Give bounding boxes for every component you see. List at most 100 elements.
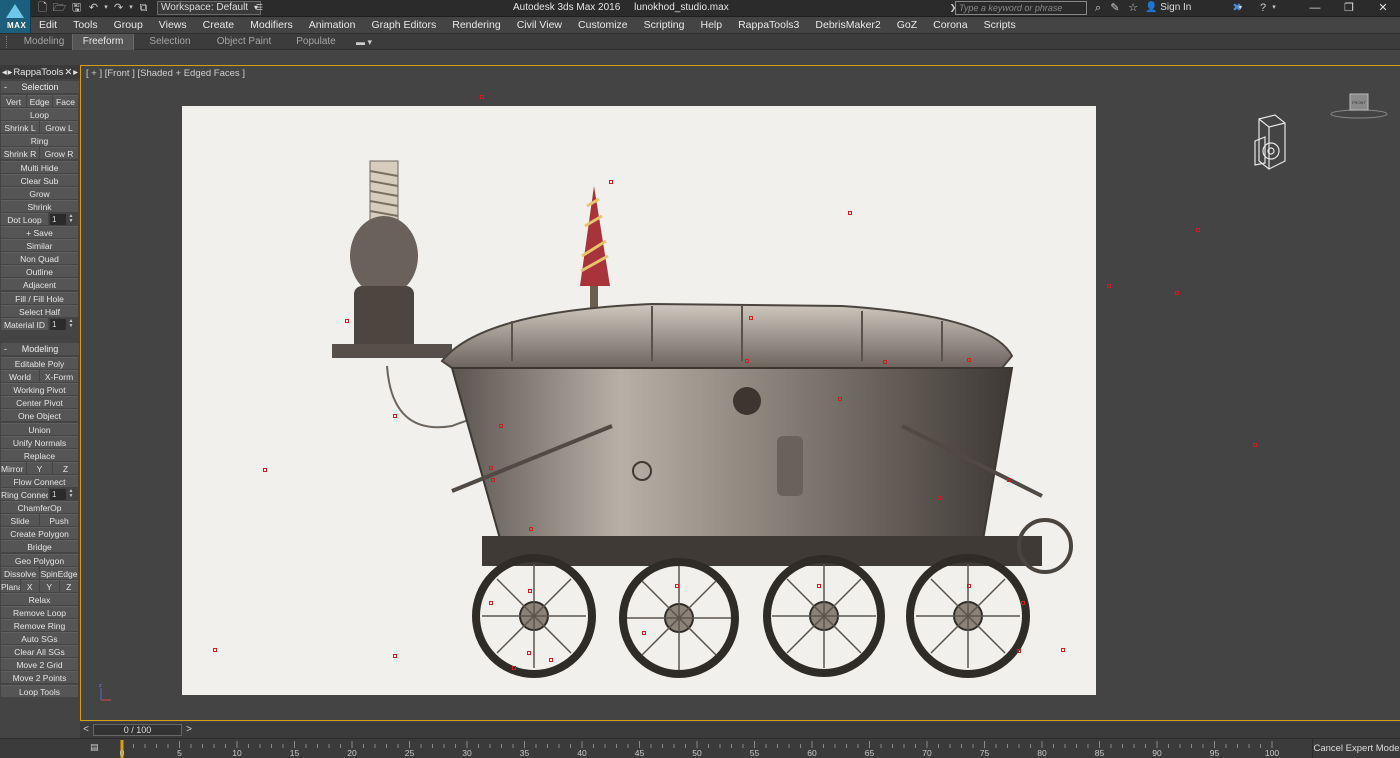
btn-shrink[interactable]: Shrink [1,199,78,212]
btn-clear-sub[interactable]: Clear Sub [1,173,78,186]
star-icon[interactable]: ☆ [1126,1,1140,15]
save-file-icon[interactable]: 🖫 [69,1,84,15]
vertex-marker[interactable] [1061,648,1065,652]
menu-help[interactable]: Help [692,19,730,31]
menu-graph-editors[interactable]: Graph Editors [363,19,444,31]
vertex-marker[interactable] [967,358,971,362]
restore-button[interactable]: ❐ [1332,0,1366,16]
vertex-marker[interactable] [393,654,397,658]
vertex-marker[interactable] [1253,443,1257,447]
next-frame-icon[interactable]: > [183,724,195,736]
vertex-marker[interactable] [527,651,531,655]
vertex-marker[interactable] [937,496,941,500]
btn-geo-polygon[interactable]: Geo Polygon [1,553,78,566]
tab-object-paint[interactable]: Object Paint [210,34,278,50]
menu-modifiers[interactable]: Modifiers [242,19,301,31]
btn-slide[interactable]: Slide [1,514,39,527]
cancel-expert-mode-button[interactable]: Cancel Expert Mode [1312,739,1400,758]
minimize-button[interactable]: — [1298,0,1332,16]
panel-scroll-right-icon[interactable]: ▸ [8,67,13,78]
btn-dot-loop[interactable]: Dot Loop [1,212,48,225]
btn-chamferop[interactable]: ChamferOp [1,501,78,514]
menu-goz[interactable]: GoZ [889,19,925,31]
workspace-dropdown[interactable]: Workspace: Default ▾ [157,1,261,15]
btn-y[interactable]: Y [27,461,52,474]
btn-z[interactable]: Z [53,461,78,474]
binoculars-icon[interactable]: ⌕ [1091,1,1105,15]
navigation-gizmo-icon[interactable]: FRONT [1329,90,1389,122]
btn-dissolve[interactable]: Dissolve [1,566,39,579]
viewcube-icon[interactable] [1251,111,1293,173]
btn-flow-connect[interactable]: Flow Connect [1,474,78,487]
spinner-arrows-icon[interactable]: ▲ ▼ [68,213,74,225]
btn-replace[interactable]: Replace [1,448,78,461]
btn-grow[interactable]: Grow [1,186,78,199]
tab-populate[interactable]: Populate [288,34,344,50]
btn-x-form[interactable]: X-Form [40,370,78,383]
btn-grow-r[interactable]: Grow R [40,147,78,160]
btn-z[interactable]: Z [59,579,78,592]
btn-working-pivot[interactable]: Working Pivot [1,383,78,396]
btn-outline[interactable]: Outline [1,265,78,278]
menu-rendering[interactable]: Rendering [444,19,508,31]
btn-bridge[interactable]: Bridge [1,540,78,553]
vertex-marker[interactable] [838,397,842,401]
vertex-marker[interactable] [1021,601,1025,605]
btn-vert[interactable]: Vert [1,95,26,107]
btn-edge[interactable]: Edge [27,95,52,107]
btn-ring-connect[interactable]: Ring Connect [1,488,48,500]
vertex-marker[interactable] [480,95,484,99]
btn-center-pivot[interactable]: Center Pivot [1,396,78,409]
menu-corona[interactable]: Corona [925,19,975,31]
menu-scripting[interactable]: Scripting [636,19,693,31]
btn-adjacent[interactable]: Adjacent [1,278,78,291]
panel-menu-icon[interactable]: ▸ [73,67,78,78]
btn-create-polygon[interactable]: Create Polygon [1,527,78,540]
vertex-marker[interactable] [1017,649,1021,653]
menu-customize[interactable]: Customize [570,19,636,31]
btn-loop-tools[interactable]: Loop Tools [1,684,78,697]
undo-dropdown-icon[interactable]: ▾ [103,1,109,15]
vertex-marker[interactable] [817,584,821,588]
ribbon-toggle-button[interactable]: ▬ ▾ [356,37,374,47]
open-file-icon[interactable]: 🗁 [52,1,67,15]
front-viewport[interactable]: [ + ] [Front ] [Shaded + Edged Faces ] F… [80,65,1400,721]
btn-ring[interactable]: Ring [1,134,78,147]
subscription-icon[interactable]: ✎ [1108,1,1122,15]
btn-union[interactable]: Union [1,422,78,435]
btn-clear-all-sgs[interactable]: Clear All SGs [1,645,78,658]
vertex-marker[interactable] [745,359,749,363]
track-bar[interactable]: 0 5 10 15 20 25 30 35 40 45 50 55 60 65 70 75 80 85 90 95 10… [118,739,1279,758]
vertex-marker[interactable] [263,468,267,472]
menu-create[interactable]: Create [195,19,243,31]
vertex-marker[interactable] [1175,291,1179,295]
btn-one-object[interactable]: One Object [1,409,78,422]
menu-rappatools3[interactable]: RappaTools3 [730,19,807,31]
btn-world[interactable]: World [1,370,39,383]
vertex-marker[interactable] [512,666,516,670]
tab-selection[interactable]: Selection [140,34,200,50]
btn-move-2-grid[interactable]: Move 2 Grid [1,658,78,671]
btn-face[interactable]: Face [53,95,78,107]
vertex-marker[interactable] [967,584,971,588]
vertex-marker[interactable] [749,316,753,320]
vertex-marker[interactable] [213,648,217,652]
btn-x[interactable]: X [20,579,39,592]
vertex-marker[interactable] [345,319,349,323]
vertex-marker[interactable] [499,424,503,428]
menu-edit[interactable]: Edit [31,19,65,31]
sign-in-button[interactable]: 👤 Sign In ▾ [1145,2,1242,13]
menu-civil-view[interactable]: Civil View [509,19,570,31]
btn-shrink-r[interactable]: Shrink R [1,147,39,160]
btn-auto-sgs[interactable]: Auto SGs [1,632,78,645]
btn-non-quad[interactable]: Non Quad [1,252,78,265]
redo-dropdown-icon[interactable]: ▾ [128,1,134,15]
selection-rollout-title[interactable]: - Selection [1,81,79,93]
app-logo-button[interactable]: MAX [0,0,31,33]
tab-freeform[interactable]: Freeform [72,34,134,50]
modeling-rollout-title[interactable]: - Modeling [1,343,79,355]
vertex-marker[interactable] [848,211,852,215]
spinner-input[interactable]: 1 [50,489,66,500]
exchange-apps-icon[interactable]: ✖ [1230,1,1244,15]
viewport-label[interactable]: [ + ] [Front ] [Shaded + Edged Faces ] [86,68,245,79]
